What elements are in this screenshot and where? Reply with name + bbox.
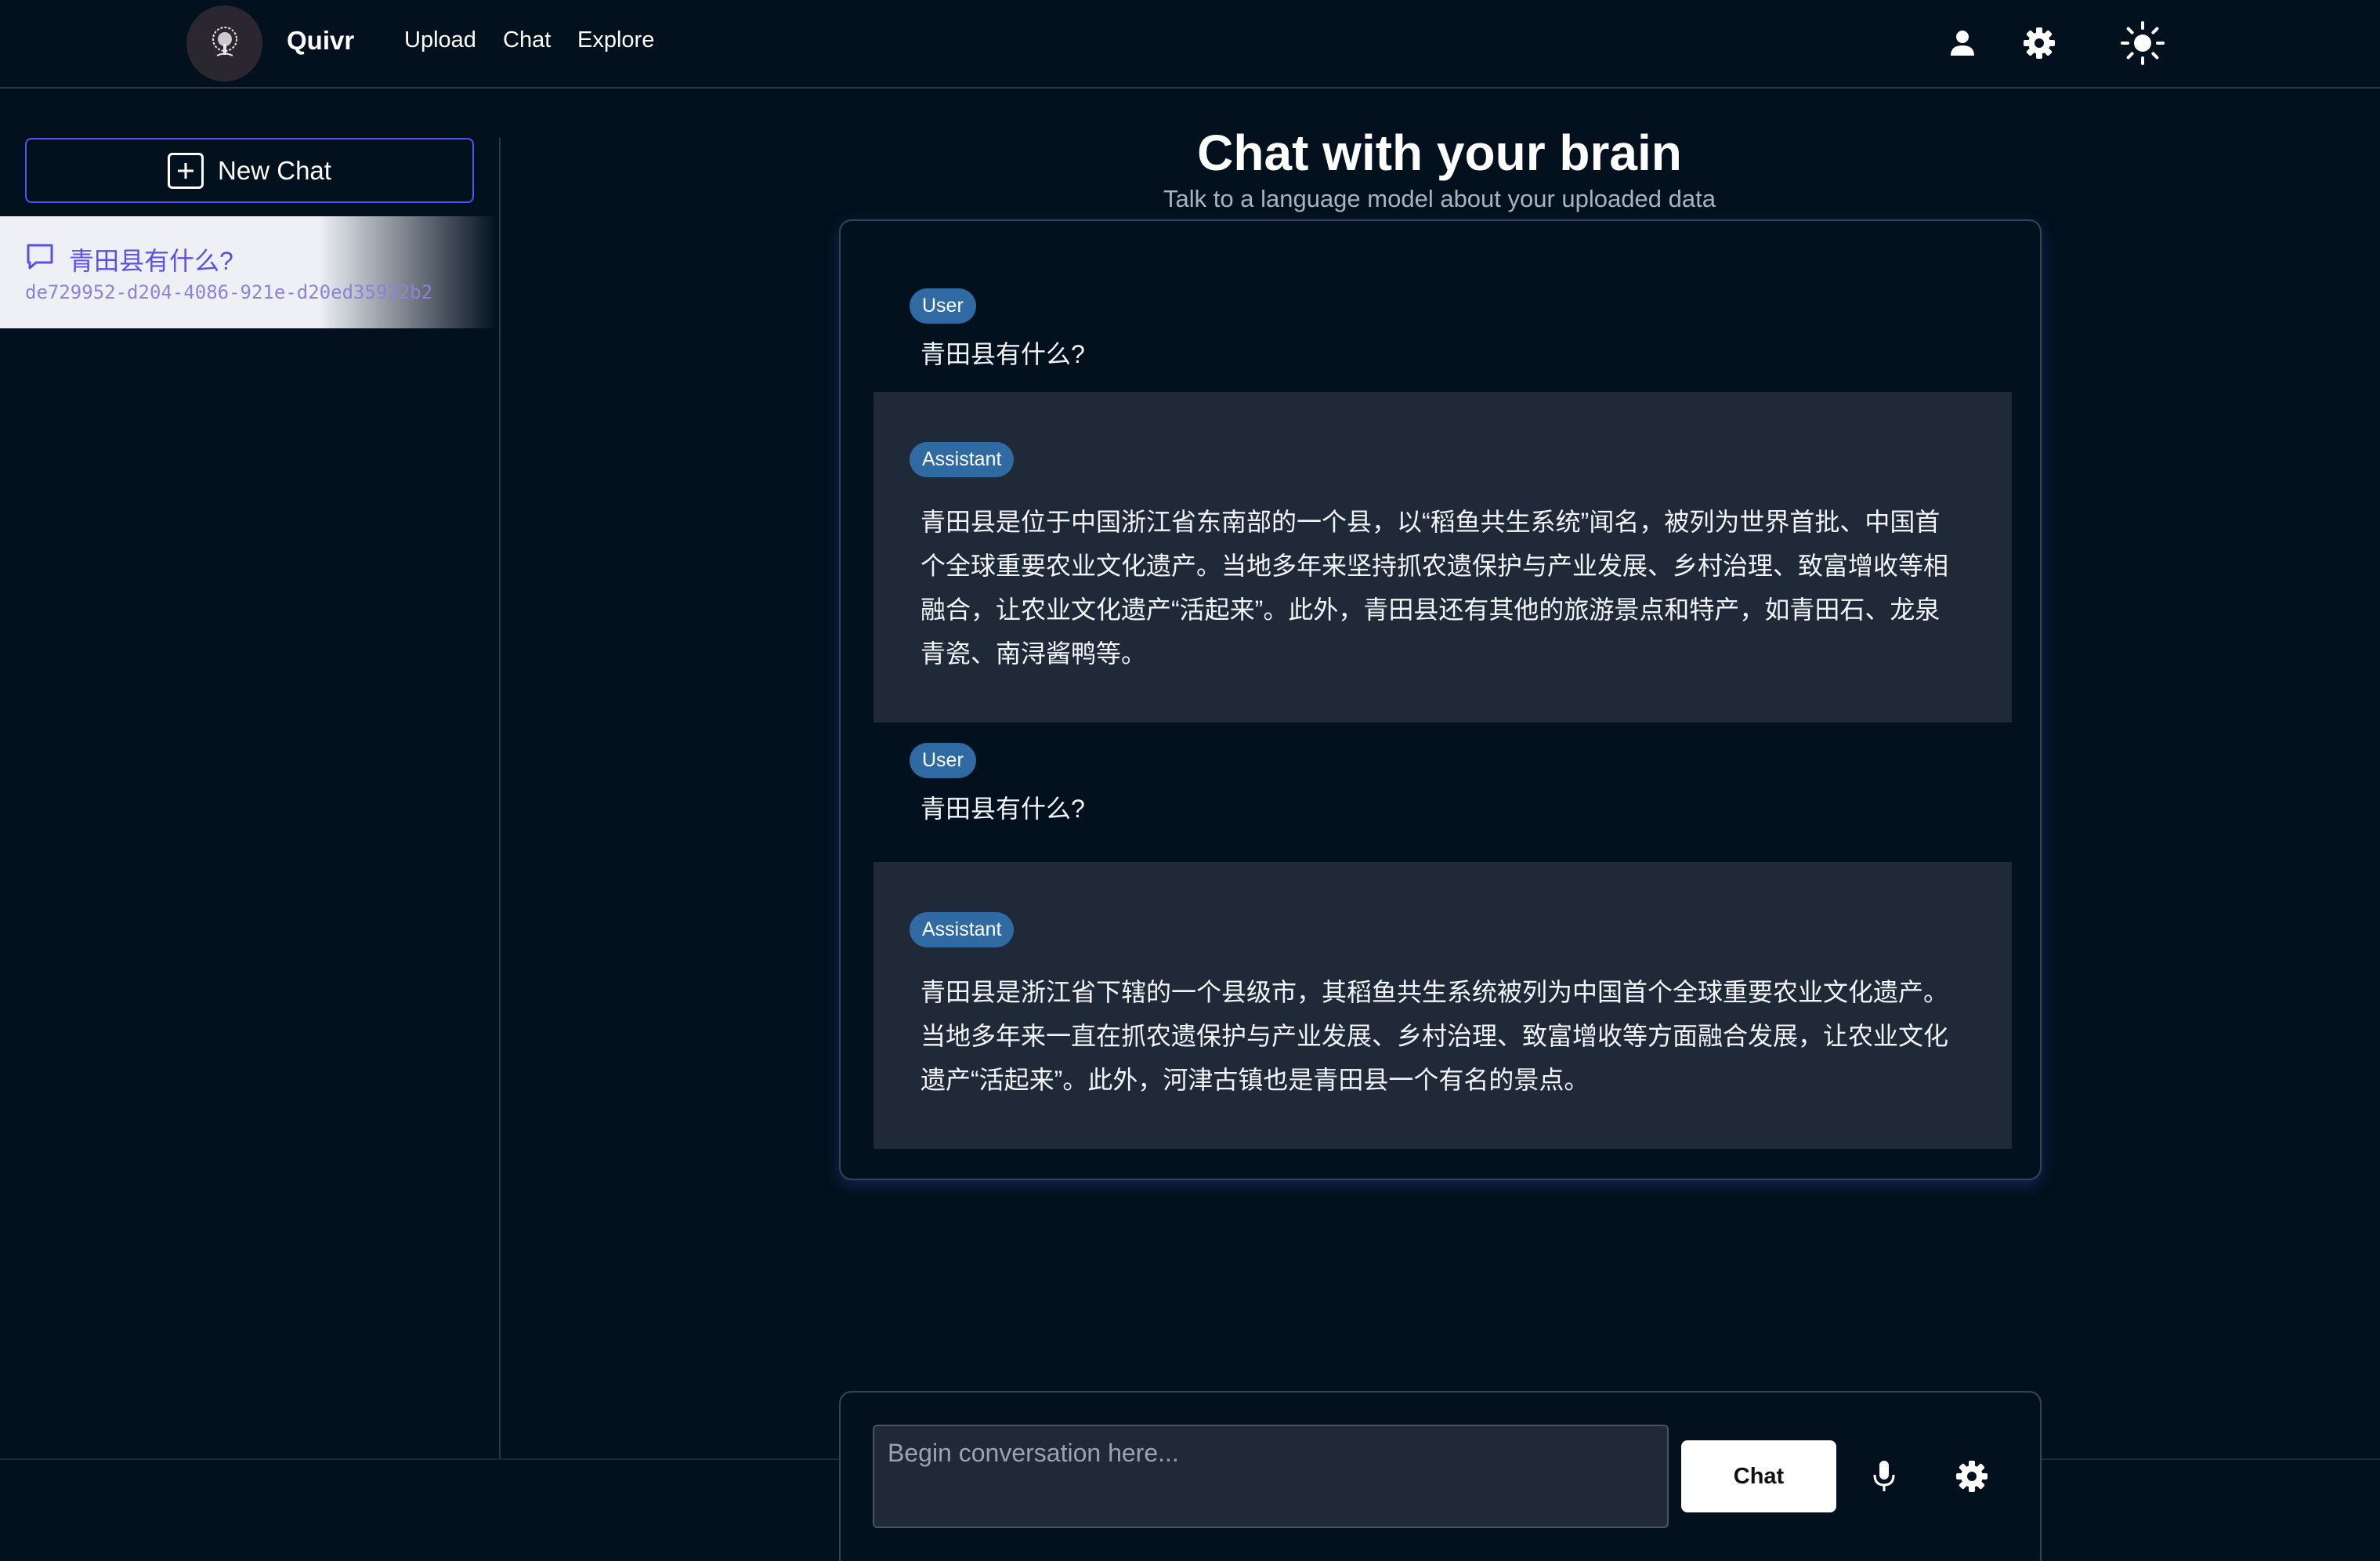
chat-submit-button[interactable]: Chat (1681, 1440, 1836, 1512)
chat-list-item[interactable]: 青田县有什么? de729952-d204-4086-921e-d20ed359… (0, 216, 497, 328)
top-navbar: Quivr Upload Chat Explore (0, 0, 2380, 89)
nav-upload-link[interactable]: Upload (404, 27, 476, 53)
role-badge-assistant: Assistant (910, 912, 1015, 947)
app-root: Quivr Upload Chat Explore New Chat 青田县有什… (0, 0, 2380, 1561)
role-badge-user: User (910, 743, 976, 778)
chat-input[interactable] (873, 1425, 1669, 1528)
page-subtitle: Talk to a language model about your uplo… (1163, 185, 1716, 212)
user-message: User 青田县有什么? (874, 737, 2012, 862)
role-badge-user: User (910, 288, 976, 324)
new-chat-button[interactable]: New Chat (25, 138, 474, 203)
assistant-message: Assistant 青田县是浙江省下辖的一个县级市，其稻鱼共生系统被列为中国首个… (874, 862, 2012, 1149)
chat-item-title-row: 青田县有什么? (25, 241, 233, 277)
nav-chat-link[interactable]: Chat (503, 27, 551, 53)
sun-icon[interactable] (2119, 20, 2166, 67)
tree-icon (205, 22, 244, 65)
plus-icon (168, 152, 204, 189)
chat-messages-panel[interactable]: User 青田县有什么? Assistant 青田县是位于中国浙江省东南部的一个… (839, 219, 2042, 1180)
sidebar-divider (499, 138, 501, 1459)
chat-item-id: de729952-d204-4086-921e-d20ed35922b2 (25, 281, 433, 303)
nav-explore-link[interactable]: Explore (577, 27, 654, 53)
role-badge-assistant: Assistant (910, 442, 1015, 477)
chat-item-title: 青田县有什么? (69, 247, 233, 275)
user-message: User 青田县有什么? (874, 266, 2012, 392)
gear-icon[interactable] (1948, 1453, 1995, 1500)
microphone-icon[interactable] (1861, 1453, 1908, 1500)
new-chat-label: New Chat (218, 155, 331, 185)
message-text: 青田县是位于中国浙江省东南部的一个县，以“稻鱼共生系统”闻名，被列为世界首批、中… (921, 508, 1949, 668)
assistant-message: Assistant 青田县是位于中国浙江省东南部的一个县，以“稻鱼共生系统”闻名… (874, 392, 2012, 723)
user-icon[interactable] (1939, 20, 1986, 67)
message-text: 青田县有什么? (921, 340, 1085, 368)
message-text: 青田县有什么? (921, 795, 1085, 823)
quivr-logo[interactable] (186, 5, 262, 81)
chat-bubble-icon (25, 242, 55, 277)
page-title: Chat with your brain (1197, 125, 1682, 181)
chat-composer: Chat (839, 1391, 2042, 1561)
message-text: 青田县是浙江省下辖的一个县级市，其稻鱼共生系统被列为中国首个全球重要农业文化遗产… (921, 978, 1949, 1094)
gear-icon[interactable] (2016, 20, 2063, 67)
brand-name[interactable]: Quivr (287, 26, 354, 56)
